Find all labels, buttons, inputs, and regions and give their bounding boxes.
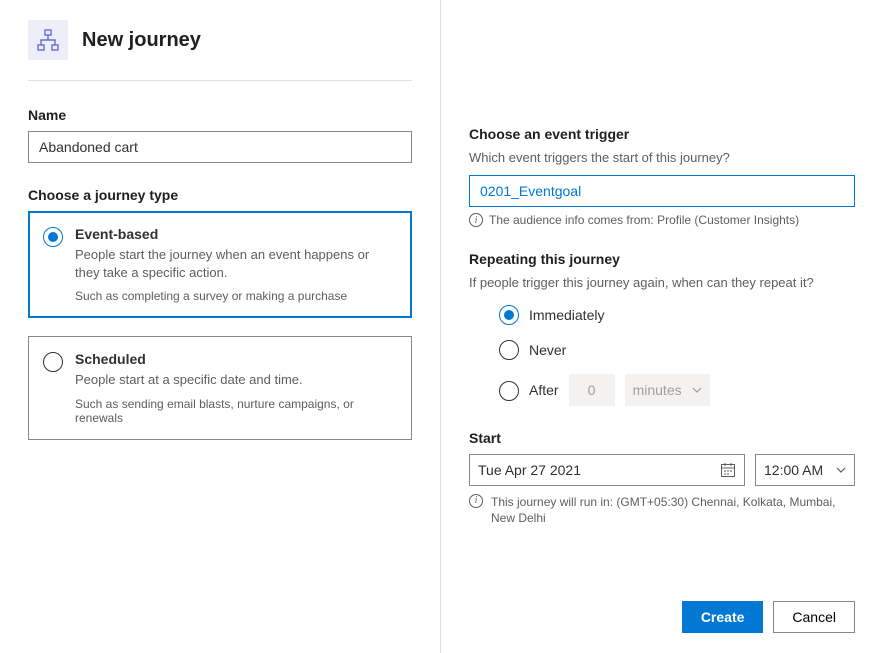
after-label: After — [529, 382, 559, 398]
start-date-input[interactable]: Tue Apr 27 2021 — [469, 454, 745, 486]
scheduled-desc: People start at a specific date and time… — [75, 371, 395, 389]
calendar-icon — [720, 462, 736, 478]
trigger-info: The audience info comes from: Profile (C… — [489, 213, 799, 227]
start-label: Start — [469, 430, 855, 446]
event-based-example: Such as completing a survey or making a … — [75, 289, 395, 303]
start-date-value: Tue Apr 27 2021 — [478, 462, 581, 478]
radio-event-based[interactable] — [43, 227, 63, 247]
repeat-label: Repeating this journey — [469, 251, 855, 267]
chevron-down-icon — [836, 467, 846, 473]
dialog-footer: Create Cancel — [469, 581, 855, 633]
chevron-down-icon — [692, 387, 702, 393]
scheduled-title: Scheduled — [75, 351, 395, 367]
trigger-label: Choose an event trigger — [469, 126, 855, 142]
event-based-title: Event-based — [75, 226, 395, 242]
cancel-button[interactable]: Cancel — [773, 601, 855, 633]
info-icon: i — [469, 213, 483, 227]
start-time-input[interactable]: 12:00 AM — [755, 454, 855, 486]
spacer — [469, 20, 855, 126]
repeat-option-after[interactable]: After minutes — [499, 374, 855, 406]
start-time-value: 12:00 AM — [764, 462, 823, 478]
journey-type-scheduled[interactable]: Scheduled People start at a specific dat… — [28, 336, 412, 440]
radio-immediately[interactable] — [499, 305, 519, 325]
after-value-input[interactable] — [569, 374, 615, 406]
repeat-option-never[interactable]: Never — [499, 339, 855, 360]
event-based-desc: People start the journey when an event h… — [75, 246, 395, 281]
radio-scheduled[interactable] — [43, 352, 63, 372]
dialog-header: New journey — [28, 20, 412, 60]
immediately-label: Immediately — [529, 307, 604, 323]
name-label: Name — [28, 107, 412, 123]
timezone-info: This journey will run in: (GMT+05:30) Ch… — [491, 494, 855, 526]
trigger-input[interactable] — [469, 175, 855, 207]
trigger-sublabel: Which event triggers the start of this j… — [469, 150, 855, 165]
divider — [28, 80, 412, 81]
repeat-sublabel: If people trigger this journey again, wh… — [469, 275, 855, 290]
info-icon: i — [469, 494, 483, 508]
page-title: New journey — [82, 29, 201, 52]
radio-never[interactable] — [499, 340, 519, 360]
repeat-option-immediately[interactable]: Immediately — [499, 304, 855, 325]
scheduled-example: Such as sending email blasts, nurture ca… — [75, 397, 395, 425]
journey-type-label: Choose a journey type — [28, 187, 412, 203]
radio-after[interactable] — [499, 381, 519, 401]
after-unit-label: minutes — [633, 382, 682, 398]
after-unit-select[interactable]: minutes — [625, 374, 710, 406]
name-input[interactable] — [28, 131, 412, 163]
journey-icon — [28, 20, 68, 60]
create-button[interactable]: Create — [682, 601, 764, 633]
journey-type-event-based[interactable]: Event-based People start the journey whe… — [28, 211, 412, 318]
never-label: Never — [529, 342, 566, 358]
